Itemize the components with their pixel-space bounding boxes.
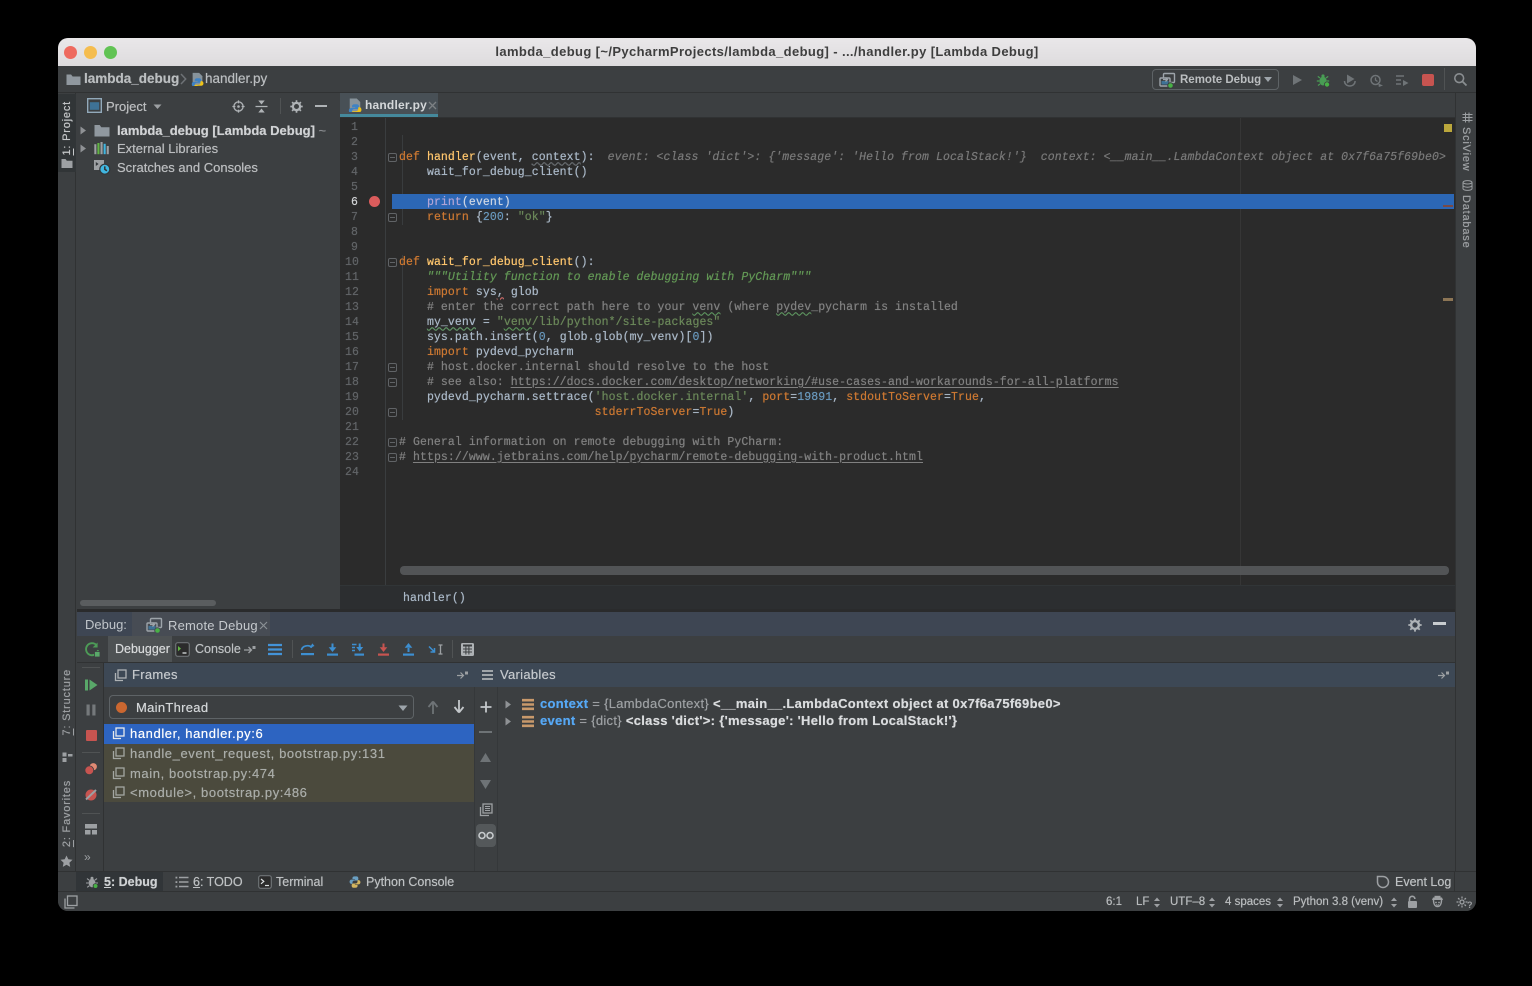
svg-text:?: ? [1467, 900, 1473, 910]
